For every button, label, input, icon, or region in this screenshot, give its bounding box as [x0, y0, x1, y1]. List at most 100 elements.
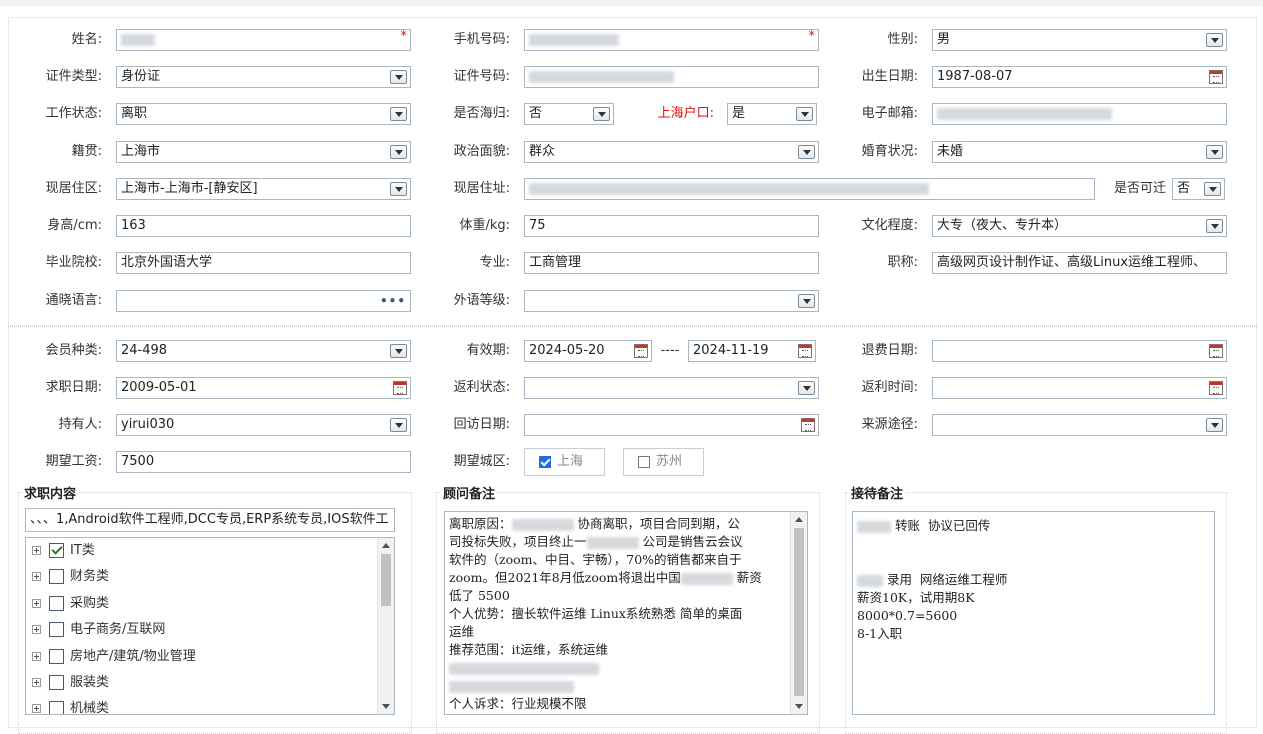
- height-field[interactable]: 163: [116, 215, 411, 237]
- member-type-select[interactable]: 24-498: [116, 340, 411, 362]
- education-select[interactable]: 大专（夜大、专升本）: [932, 215, 1227, 237]
- chevron-down-icon[interactable]: [1206, 418, 1223, 432]
- visit-date-field[interactable]: [524, 414, 819, 436]
- chevron-down-icon[interactable]: [1206, 145, 1223, 159]
- scroll-down-icon[interactable]: [795, 704, 803, 709]
- relocate-select[interactable]: 否: [1172, 178, 1225, 200]
- calendar-icon[interactable]: [393, 381, 407, 395]
- job-date-field[interactable]: 2009-05-01: [116, 377, 411, 399]
- checkbox-icon[interactable]: [49, 569, 64, 584]
- tree-item-finance[interactable]: 财务类: [32, 566, 109, 588]
- calendar-icon[interactable]: [634, 344, 648, 358]
- calendar-icon[interactable]: [1209, 344, 1223, 358]
- tree-item-ecommerce[interactable]: 电子商务/互联网: [32, 619, 165, 641]
- expected-salary-field[interactable]: 7500: [116, 451, 411, 473]
- scroll-thumb[interactable]: [381, 554, 391, 606]
- expand-icon[interactable]: [32, 572, 41, 581]
- tree-scrollbar[interactable]: [377, 538, 394, 714]
- school-field[interactable]: 北京外国语大学: [116, 252, 411, 274]
- marital-select[interactable]: 未婚: [932, 141, 1227, 163]
- valid-from-field[interactable]: 2024-05-20: [524, 340, 652, 362]
- birth-date-field[interactable]: 1987-08-07: [932, 66, 1227, 88]
- chevron-down-icon[interactable]: [390, 70, 407, 84]
- expand-icon[interactable]: [32, 546, 41, 555]
- notes-line: zoom。但2021年8月低zoom将退出中国 薪资: [449, 569, 762, 587]
- checkbox-icon[interactable]: [49, 701, 64, 714]
- chevron-down-icon[interactable]: [798, 294, 815, 308]
- overseas-select[interactable]: 否: [524, 103, 614, 125]
- work-status-select[interactable]: 离职: [116, 103, 411, 125]
- chevron-down-icon[interactable]: [1206, 33, 1223, 47]
- job-category-tree[interactable]: IT类 财务类 采购类 电子商务/互联网 房地产/建筑/物业管理 服装类 机械类: [25, 537, 395, 715]
- calendar-icon[interactable]: [801, 418, 815, 432]
- more-options-icon[interactable]: •••: [380, 291, 406, 311]
- reception-notes-textarea[interactable]: 转账 协议已回传 录用 网络运维工程师 薪资10K，试用期8K 8000*0.7…: [852, 511, 1215, 715]
- chevron-down-icon[interactable]: [1206, 219, 1223, 233]
- weight-field[interactable]: 75: [524, 215, 819, 237]
- holder-select[interactable]: yirui030: [116, 414, 411, 436]
- idnum-field[interactable]: [524, 66, 819, 88]
- calendar-icon[interactable]: [1209, 381, 1223, 395]
- residence-area-select[interactable]: 上海市-上海市-[静安区]: [116, 178, 411, 200]
- valid-to-field[interactable]: 2024-11-19: [688, 340, 816, 362]
- notes-scrollbar[interactable]: [790, 512, 807, 714]
- native-place-select[interactable]: 上海市: [116, 141, 411, 163]
- chevron-down-icon[interactable]: [390, 107, 407, 121]
- chevron-down-icon[interactable]: [390, 344, 407, 358]
- phone-field[interactable]: *: [524, 29, 819, 51]
- tree-item-it[interactable]: IT类: [32, 540, 95, 562]
- chevron-down-icon[interactable]: [796, 107, 813, 121]
- checkbox-checked-icon[interactable]: [49, 543, 64, 558]
- email-label: 电子邮箱:: [861, 106, 918, 121]
- chevron-down-icon[interactable]: [798, 145, 815, 159]
- checkbox-icon[interactable]: [49, 649, 64, 664]
- checkbox-icon[interactable]: [49, 596, 64, 611]
- expand-icon[interactable]: [32, 652, 41, 661]
- calendar-icon[interactable]: [1209, 70, 1223, 84]
- scroll-up-icon[interactable]: [795, 517, 803, 522]
- top-bar: [0, 0, 1263, 6]
- chevron-down-icon[interactable]: [798, 381, 815, 395]
- refund-date-field[interactable]: [932, 340, 1227, 362]
- chevron-down-icon[interactable]: [390, 145, 407, 159]
- expand-icon[interactable]: [32, 678, 41, 687]
- expand-icon[interactable]: [32, 625, 41, 634]
- chevron-down-icon[interactable]: [390, 182, 407, 196]
- checkbox-icon[interactable]: [49, 622, 64, 637]
- scroll-down-icon[interactable]: [382, 704, 390, 709]
- scroll-thumb[interactable]: [794, 528, 804, 696]
- job-title-field[interactable]: 高级网页设计制作证、高级Linux运维工程师、: [932, 252, 1227, 274]
- scroll-up-icon[interactable]: [382, 543, 390, 548]
- address-field[interactable]: [524, 178, 1095, 200]
- expand-icon[interactable]: [32, 704, 41, 713]
- consultant-notes-textarea[interactable]: 离职原因： 协商离职，项目合同到期，公 司投标失败，项目终止一 公司是销售云会议…: [444, 511, 808, 715]
- blurred-text: [449, 680, 574, 693]
- gender-select[interactable]: 男: [932, 29, 1227, 51]
- city-suzhou-checkbox[interactable]: 苏州: [623, 448, 704, 476]
- city-shanghai-checkbox[interactable]: 上海: [524, 448, 605, 476]
- consultant-notes-title: 顾问备注: [441, 483, 498, 502]
- tree-item-realestate[interactable]: 房地产/建筑/物业管理: [32, 646, 196, 668]
- political-select[interactable]: 群众: [524, 141, 819, 163]
- major-field[interactable]: 工商管理: [524, 252, 819, 274]
- source-select[interactable]: [932, 414, 1227, 436]
- languages-field[interactable]: •••: [116, 290, 411, 312]
- rebate-status-select[interactable]: [524, 377, 819, 399]
- checkbox-icon[interactable]: [49, 675, 64, 690]
- calendar-icon[interactable]: [798, 344, 812, 358]
- tree-item-machinery[interactable]: 机械类: [32, 698, 109, 714]
- tree-item-purchase[interactable]: 采购类: [32, 593, 109, 615]
- shanghai-hukou-select[interactable]: 是: [727, 103, 817, 125]
- expand-icon[interactable]: [32, 599, 41, 608]
- tree-item-clothing[interactable]: 服装类: [32, 672, 109, 694]
- chevron-down-icon[interactable]: [390, 418, 407, 432]
- job-summary-field[interactable]: 、、、1,Android软件工程师,DCC专员,ERP系统专员,IOS软件工: [25, 508, 395, 532]
- rebate-time-field[interactable]: [932, 377, 1227, 399]
- name-field[interactable]: *: [116, 29, 411, 51]
- chevron-down-icon[interactable]: [1204, 182, 1221, 196]
- idtype-select[interactable]: 身份证: [116, 66, 411, 88]
- chevron-down-icon[interactable]: [593, 107, 610, 121]
- foreign-level-select[interactable]: [524, 290, 819, 312]
- email-field[interactable]: [932, 103, 1227, 125]
- notes-line: 8-1入职: [857, 626, 903, 641]
